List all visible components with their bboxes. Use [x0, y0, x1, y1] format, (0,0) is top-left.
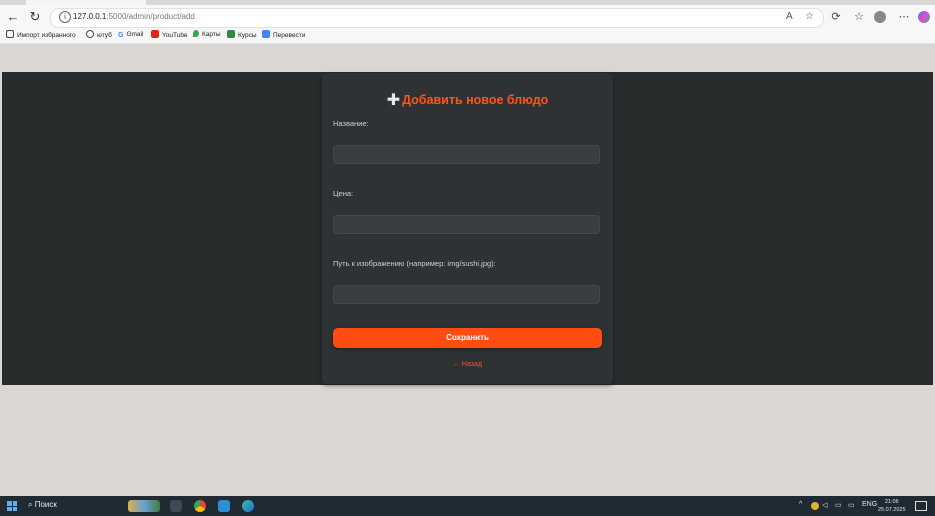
- search-icon: ⌕: [28, 500, 33, 509]
- profile-avatar[interactable]: [874, 11, 886, 23]
- task-view-icon[interactable]: [170, 500, 182, 512]
- weather-icon[interactable]: [811, 502, 819, 510]
- form-title-text: Добавить новое блюдо: [402, 93, 549, 107]
- extensions-icon[interactable]: ⟳: [829, 10, 843, 23]
- windows-taskbar: ⌕ Поиск ^ ◁ ▭ ▭ ENG 21:06 25.07.2025: [0, 496, 935, 516]
- url-text: 127.0.0.1:5000/admin/product/add: [73, 12, 195, 21]
- language-indicator[interactable]: ENG: [862, 501, 877, 508]
- bookmark-courses[interactable]: Курсы: [227, 30, 257, 41]
- volume-icon[interactable]: ◁: [822, 501, 827, 509]
- search-label: Поиск: [34, 500, 57, 509]
- import-icon: [6, 30, 14, 38]
- add-product-form: ✚ Добавить новое блюдо Название: Цена: Пу…: [322, 73, 613, 384]
- back-arrow-icon[interactable]: ←: [4, 8, 22, 26]
- bookmark-youtube[interactable]: YouTube: [151, 30, 188, 41]
- clock-time: 21:06: [884, 499, 899, 505]
- more-menu-icon[interactable]: ⋯: [897, 10, 911, 23]
- name-label: Название:: [333, 119, 369, 128]
- clock-date: 25.07.2025: [878, 507, 906, 513]
- clock[interactable]: 21:06 25.07.2025: [878, 498, 906, 514]
- back-link[interactable]: ← Назад: [322, 361, 613, 368]
- translate-icon: [262, 30, 270, 38]
- globe-icon: [86, 30, 94, 38]
- url-path: :5000/admin/product/add: [106, 12, 195, 21]
- url-host: 127.0.0.1: [73, 12, 107, 21]
- tray-chevron-icon[interactable]: ^: [799, 501, 802, 508]
- copilot-icon[interactable]: [918, 11, 930, 23]
- bookmark-label: YouTube: [162, 32, 188, 39]
- bookmark-label: Карты: [202, 31, 221, 38]
- bookmark-label: Gmail: [126, 31, 144, 38]
- bookmark-translate[interactable]: Перевести: [262, 30, 305, 41]
- map-pin-icon: [193, 30, 199, 37]
- read-aloud-icon[interactable]: A: [786, 11, 793, 22]
- search-highlight-icon[interactable]: [128, 500, 160, 512]
- network-icon[interactable]: ▭: [835, 501, 842, 509]
- vscode-icon[interactable]: [218, 500, 230, 512]
- browser-toolbar: ← ↻ i 127.0.0.1:5000/admin/product/add A…: [0, 5, 935, 29]
- bookmark-yutub[interactable]: ютуб: [86, 30, 112, 41]
- google-g-icon: G: [118, 32, 124, 39]
- bookmark-label: Перевести: [273, 32, 306, 39]
- favorite-star-icon[interactable]: ☆: [805, 11, 814, 22]
- windows-start-icon[interactable]: [7, 501, 17, 511]
- reload-icon[interactable]: ↻: [26, 8, 44, 26]
- edge-icon[interactable]: [242, 500, 254, 512]
- bookmark-import[interactable]: Импорт избранного: [6, 30, 76, 41]
- plus-icon: ✚: [386, 92, 401, 109]
- bookmarks-bar: Импорт избранного ютуб G Gmail YouTube Ка…: [0, 29, 935, 44]
- bookmark-maps[interactable]: Карты: [193, 30, 221, 40]
- taskbar-search[interactable]: ⌕ Поиск: [28, 500, 57, 510]
- name-input[interactable]: [333, 145, 600, 164]
- image-path-input[interactable]: [333, 285, 600, 304]
- youtube-icon: [151, 30, 159, 38]
- courses-icon: [227, 30, 235, 38]
- bookmark-gmail[interactable]: G Gmail: [118, 30, 143, 41]
- notifications-icon[interactable]: [915, 501, 927, 511]
- chrome-icon[interactable]: [194, 500, 206, 512]
- image-path-label: Путь к изображению (например: img/sushi.…: [333, 259, 496, 268]
- price-input[interactable]: [333, 215, 600, 234]
- price-label: Цена:: [333, 189, 354, 198]
- site-info-icon[interactable]: i: [59, 11, 71, 23]
- bookmark-label: Курсы: [238, 32, 257, 39]
- bookmark-label: ютуб: [97, 32, 112, 39]
- address-bar[interactable]: i 127.0.0.1:5000/admin/product/add A ☆: [50, 8, 824, 28]
- bookmark-label: Импорт избранного: [17, 32, 76, 39]
- save-button[interactable]: Сохранить: [333, 328, 602, 348]
- favorites-icon[interactable]: ☆: [852, 10, 866, 23]
- battery-icon[interactable]: ▭: [848, 501, 855, 509]
- form-title: ✚ Добавить новое блюдо: [322, 90, 613, 110]
